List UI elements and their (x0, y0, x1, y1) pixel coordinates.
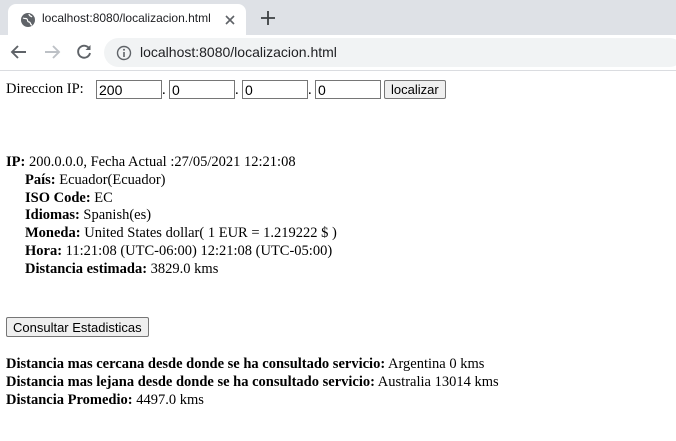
iso-code-row: ISO Code: EC (25, 190, 113, 207)
page-content: Direccion IP: . . . localizar IP: 200.0.… (0, 71, 676, 441)
time-label: Hora: (25, 243, 63, 259)
address-bar[interactable]: localhost:8080/localizacion.html (104, 38, 676, 67)
globe-icon (21, 13, 35, 27)
farthest-distance-label: Distancia mas lejana desde donde se ha c… (6, 374, 375, 390)
iso-code-value: EC (94, 190, 113, 206)
closest-distance-label: Distancia mas cercana desde donde se ha … (6, 356, 386, 372)
dot-separator: . (235, 82, 239, 98)
forward-icon[interactable] (43, 43, 61, 61)
back-icon[interactable] (10, 43, 28, 61)
distance-label: Distancia estimada: (25, 261, 148, 277)
info-icon[interactable] (116, 45, 132, 61)
average-distance-value: 4497.0 kms (136, 392, 204, 408)
ip-octet-4[interactable] (315, 80, 381, 99)
closest-distance-value: Argentina 0 kms (387, 356, 485, 372)
farthest-distance-value: Australia 13014 kms (377, 374, 499, 390)
ip-label: Direccion IP: (6, 81, 84, 97)
languages-value: Spanish(es) (83, 207, 152, 223)
country-label: País: (25, 172, 56, 188)
localizar-button[interactable]: localizar (384, 80, 446, 99)
languages-row: Idiomas: Spanish(es) (25, 207, 151, 224)
average-distance-line: Distancia Promedio: 4497.0 kms (6, 392, 204, 409)
closest-distance-line: Distancia mas cercana desde donde se ha … (6, 356, 484, 373)
ip-result-line: IP: 200.0.0.0, Fecha Actual :27/05/2021 … (6, 154, 296, 171)
ip-octet-2[interactable] (169, 80, 235, 99)
url-text: localhost:8080/localizacion.html (140, 44, 337, 60)
currency-label: Moneda: (25, 225, 81, 241)
ip-octet-1[interactable] (96, 80, 162, 99)
new-tab-icon[interactable] (259, 9, 277, 27)
languages-label: Idiomas: (25, 207, 80, 223)
distance-value: 3829.0 kms (150, 261, 219, 277)
browser-toolbar: localhost:8080/localizacion.html (0, 35, 676, 71)
country-value: Ecuador(Ecuador) (59, 172, 166, 188)
close-icon[interactable] (223, 13, 237, 27)
currency-row: Moneda: United States dollar( 1 EUR = 1.… (25, 225, 337, 242)
distance-row: Distancia estimada: 3829.0 kms (25, 261, 218, 278)
dot-separator: . (308, 82, 312, 98)
tab-title: localhost:8080/localizacion.html (42, 11, 211, 25)
reload-icon[interactable] (75, 43, 93, 61)
ip-result-label: IP: (6, 154, 26, 170)
ip-result-value: 200.0.0.0, Fecha Actual :27/05/2021 12:2… (28, 154, 296, 170)
currency-value: United States dollar( 1 EUR = 1.219222 $… (84, 225, 337, 241)
farthest-distance-line: Distancia mas lejana desde donde se ha c… (6, 374, 499, 391)
time-value: 11:21:08 (UTC-06:00) 12:21:08 (UTC-05:00… (65, 243, 333, 259)
time-row: Hora: 11:21:08 (UTC-06:00) 12:21:08 (UTC… (25, 243, 332, 260)
ip-octet-3[interactable] (242, 80, 308, 99)
dot-separator: . (162, 82, 166, 98)
consultar-estadisticas-button[interactable]: Consultar Estadisticas (6, 317, 149, 337)
average-distance-label: Distancia Promedio: (6, 392, 133, 408)
country-row: País: Ecuador(Ecuador) (25, 172, 166, 189)
tab-strip: localhost:8080/localizacion.html (0, 0, 676, 35)
browser-tab[interactable]: localhost:8080/localizacion.html (8, 4, 246, 35)
iso-code-label: ISO Code: (25, 190, 91, 206)
